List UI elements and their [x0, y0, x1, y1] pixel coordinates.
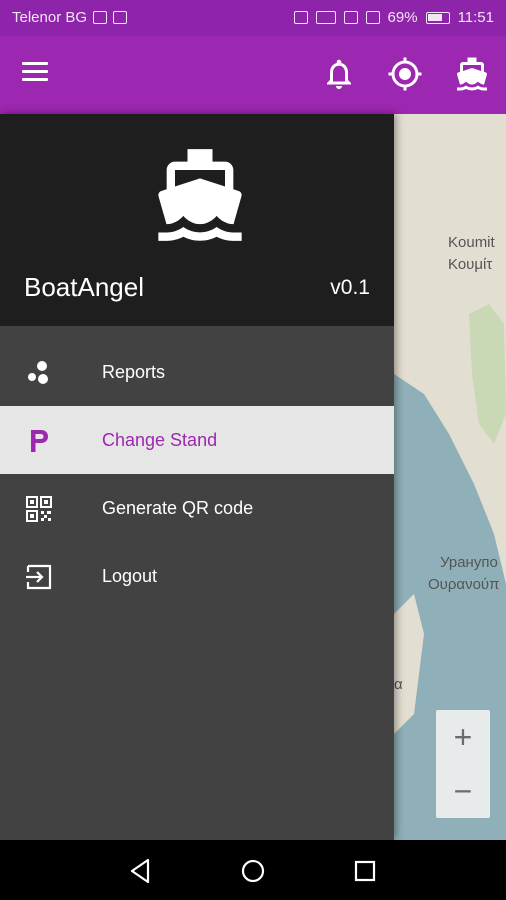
carrier-name: Telenor BG — [12, 9, 88, 26]
map-view[interactable]: Koumit Κουμίτ Уранупо Ουρανούπ α + − — [394, 114, 506, 840]
menu-icon-bar — [22, 78, 48, 81]
app-version: v0.1 — [330, 276, 370, 299]
nav-item-generate-qr[interactable]: Generate QR code — [0, 474, 394, 542]
nav-item-change-stand[interactable]: Change Stand — [0, 406, 394, 474]
qr-code-icon — [26, 496, 52, 522]
nav-item-label: Logout — [102, 566, 158, 586]
map-zoom-controls: + − — [436, 710, 490, 818]
nav-item-label: Reports — [102, 362, 166, 382]
boat-icon[interactable] — [454, 56, 490, 92]
system-nav-bar — [0, 840, 506, 900]
volte-icon — [315, 11, 336, 24]
status-left: Telenor BG — [12, 9, 128, 26]
map-label: Ουρανούπ — [428, 576, 500, 593]
boat-icon — [158, 149, 242, 241]
nav-item-label: Change Stand — [102, 430, 218, 450]
app-name: BoatAngel — [24, 272, 144, 302]
reports-icon — [28, 361, 48, 384]
logout-icon — [26, 564, 52, 590]
nav-item-reports[interactable]: Reports — [0, 338, 394, 406]
location-icon[interactable] — [387, 56, 423, 92]
signal-icon — [365, 11, 380, 24]
app-bar — [0, 36, 506, 114]
status-right: 69% 11:51 — [293, 9, 494, 26]
navigation-drawer: BoatAngel v0.1 Reports Change Stand Gene… — [0, 114, 394, 840]
zoom-in-button[interactable]: + — [436, 710, 490, 764]
nav-item-label: Generate QR code — [102, 498, 254, 518]
map-label: Koumit — [448, 234, 495, 251]
sim-icon — [93, 11, 108, 24]
back-icon[interactable] — [126, 856, 156, 886]
eye-icon — [343, 11, 358, 24]
parking-icon — [31, 430, 48, 452]
status-time: 11:51 — [457, 9, 494, 26]
status-bar: Telenor BG 69% 11:51 — [0, 0, 506, 36]
facebook-icon — [113, 11, 128, 24]
map-label: Κουμίτ — [448, 256, 493, 273]
hotspot-icon — [293, 11, 308, 24]
recents-icon[interactable] — [350, 856, 380, 886]
home-icon[interactable] — [238, 856, 268, 886]
battery-icon — [425, 11, 450, 24]
menu-icon-bar — [22, 70, 48, 73]
battery-percent: 69% — [387, 9, 418, 26]
nav-item-logout[interactable]: Logout — [0, 542, 394, 610]
zoom-out-button[interactable]: − — [436, 764, 490, 818]
map-label: Уранупо — [440, 554, 498, 571]
menu-icon-bar — [22, 62, 48, 65]
map-label: α — [394, 676, 403, 693]
drawer-header: BoatAngel v0.1 — [0, 114, 394, 326]
menu-button[interactable] — [22, 62, 58, 90]
bell-icon[interactable] — [321, 56, 357, 92]
